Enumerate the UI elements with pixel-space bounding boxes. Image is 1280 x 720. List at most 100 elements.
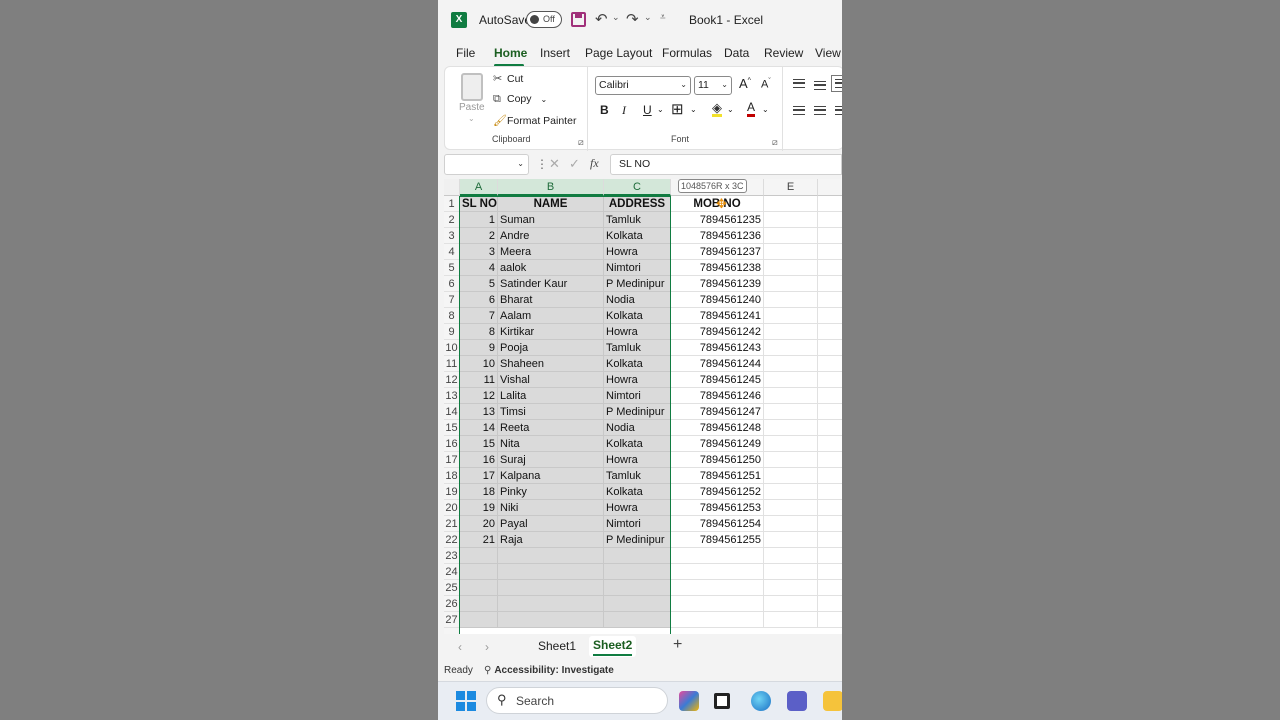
borders-icon[interactable]: ⊞	[671, 100, 684, 118]
italic-button[interactable]: I	[622, 103, 626, 118]
table-cell[interactable]: 7894561240	[671, 292, 764, 308]
table-cell[interactable]: Nodia	[604, 292, 671, 308]
font-color-icon[interactable]: A	[747, 101, 756, 117]
borders-dropdown-icon[interactable]: ⌄	[690, 105, 697, 114]
table-cell[interactable]	[818, 260, 842, 276]
table-cell[interactable]	[460, 548, 498, 564]
table-cell[interactable]	[764, 276, 818, 292]
table-cell[interactable]: 6	[460, 292, 498, 308]
table-cell[interactable]: Kolkata	[604, 484, 671, 500]
table-cell[interactable]: 7894561243	[671, 340, 764, 356]
table-cell[interactable]	[604, 580, 671, 596]
table-cell[interactable]: 9	[460, 340, 498, 356]
table-cell[interactable]	[818, 292, 842, 308]
row-header[interactable]: 12	[444, 372, 460, 388]
table-cell[interactable]	[764, 292, 818, 308]
table-cell[interactable]	[498, 548, 604, 564]
table-cell[interactable]	[764, 372, 818, 388]
tab-insert[interactable]: Insert	[540, 46, 570, 60]
format-painter-button[interactable]: 🖌Format Painter	[493, 114, 576, 127]
teams-icon[interactable]	[787, 691, 807, 711]
table-cell[interactable]: Raja	[498, 532, 604, 548]
table-cell[interactable]: Niki	[498, 500, 604, 516]
file-explorer-icon[interactable]	[823, 691, 842, 711]
table-cell[interactable]: Nimtori	[604, 260, 671, 276]
formula-bar-grip-icon[interactable]: ⋮	[536, 157, 548, 171]
table-cell[interactable]	[764, 580, 818, 596]
table-cell[interactable]	[498, 580, 604, 596]
table-cell[interactable]: Howra	[604, 452, 671, 468]
table-cell[interactable]: 7894561236	[671, 228, 764, 244]
table-cell[interactable]	[818, 548, 842, 564]
table-cell[interactable]: aalok	[498, 260, 604, 276]
paste-icon[interactable]	[461, 73, 483, 101]
table-cell[interactable]	[764, 260, 818, 276]
table-cell[interactable]: Meera	[498, 244, 604, 260]
table-cell[interactable]: 7894561253	[671, 500, 764, 516]
table-cell[interactable]	[604, 596, 671, 612]
row-header[interactable]: 5	[444, 260, 460, 276]
table-cell[interactable]: Tamluk	[604, 212, 671, 228]
table-cell[interactable]: Howra	[604, 244, 671, 260]
table-cell[interactable]: 10	[460, 356, 498, 372]
row-header[interactable]: 11	[444, 356, 460, 372]
table-cell[interactable]	[818, 420, 842, 436]
accessibility-status[interactable]: ⚲ Accessibility: Investigate	[484, 665, 614, 676]
row-header[interactable]: 24	[444, 564, 460, 580]
table-cell[interactable]: 7894561248	[671, 420, 764, 436]
table-cell[interactable]: Aalam	[498, 308, 604, 324]
table-cell[interactable]: 7894561237	[671, 244, 764, 260]
tab-data[interactable]: Data	[724, 46, 749, 60]
add-sheet-icon[interactable]: +	[673, 636, 682, 654]
table-cell[interactable]	[460, 596, 498, 612]
table-cell[interactable]	[818, 436, 842, 452]
table-cell[interactable]	[764, 548, 818, 564]
table-cell[interactable]	[818, 324, 842, 340]
row-header[interactable]: 27	[444, 612, 460, 628]
select-all-corner[interactable]	[444, 179, 460, 196]
table-cell[interactable]: 7894561235	[671, 212, 764, 228]
table-cell[interactable]: 7894561242	[671, 324, 764, 340]
header-cell[interactable]: NAME	[498, 196, 604, 212]
row-header[interactable]: 7	[444, 292, 460, 308]
row-header[interactable]: 25	[444, 580, 460, 596]
table-cell[interactable]: Tamluk	[604, 340, 671, 356]
table-cell[interactable]: 3	[460, 244, 498, 260]
row-header[interactable]: 21	[444, 516, 460, 532]
table-cell[interactable]: 7894561241	[671, 308, 764, 324]
formula-input[interactable]: SL NO	[610, 154, 842, 175]
row-header[interactable]: 10	[444, 340, 460, 356]
table-cell[interactable]: 13	[460, 404, 498, 420]
table-cell[interactable]	[818, 308, 842, 324]
row-header[interactable]: 23	[444, 548, 460, 564]
font-color-dropdown-icon[interactable]: ⌄	[762, 105, 769, 114]
copilot-icon[interactable]	[679, 691, 699, 711]
row-header[interactable]: 6	[444, 276, 460, 292]
table-cell[interactable]: 7894561247	[671, 404, 764, 420]
table-cell[interactable]: Pinky	[498, 484, 604, 500]
table-cell[interactable]	[764, 612, 818, 628]
header-cell[interactable]	[764, 196, 818, 212]
row-header[interactable]: 15	[444, 420, 460, 436]
edge-icon[interactable]	[751, 691, 771, 711]
table-cell[interactable]	[764, 324, 818, 340]
table-cell[interactable]: Tamluk	[604, 468, 671, 484]
table-cell[interactable]	[764, 484, 818, 500]
table-cell[interactable]: 5	[460, 276, 498, 292]
table-cell[interactable]	[818, 468, 842, 484]
name-box[interactable]: ⌄	[444, 154, 529, 175]
table-cell[interactable]	[764, 532, 818, 548]
table-cell[interactable]	[460, 564, 498, 580]
table-cell[interactable]: 7894561255	[671, 532, 764, 548]
table-cell[interactable]: Satinder Kaur	[498, 276, 604, 292]
table-cell[interactable]	[818, 500, 842, 516]
row-header[interactable]: 26	[444, 596, 460, 612]
align-bottom-icon[interactable]	[831, 75, 842, 92]
table-cell[interactable]: 7894561246	[671, 388, 764, 404]
row-header[interactable]: 16	[444, 436, 460, 452]
task-view-icon[interactable]	[714, 693, 730, 709]
table-cell[interactable]: Howra	[604, 324, 671, 340]
name-box-dropdown-icon[interactable]: ⌄	[517, 159, 524, 168]
save-icon[interactable]	[571, 12, 586, 27]
table-cell[interactable]	[818, 212, 842, 228]
